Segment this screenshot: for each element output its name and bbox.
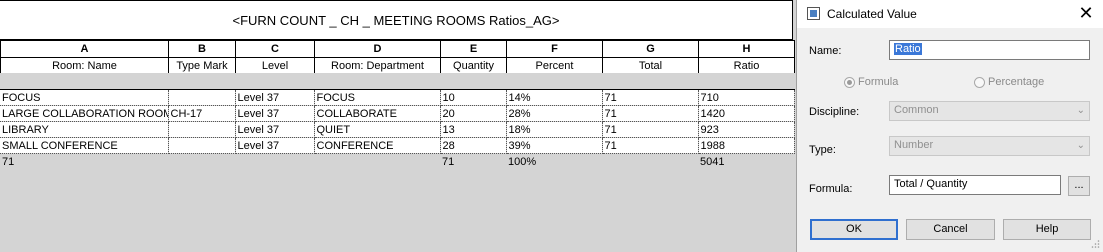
- dialog-title: Calculated Value: [827, 7, 917, 21]
- cell-room-name[interactable]: SMALL CONFERENCE: [0, 137, 169, 154]
- column-header-room-name[interactable]: Room: Name: [0, 57, 169, 75]
- cancel-button[interactable]: Cancel: [906, 219, 995, 240]
- resize-grip-icon[interactable]: [1090, 239, 1100, 249]
- cell-total[interactable]: 71: [601, 121, 699, 138]
- cell-total[interactable]: 71: [601, 137, 699, 154]
- type-select-value: Number: [894, 139, 934, 151]
- column-letter-a[interactable]: A: [0, 40, 169, 58]
- cell-type-mark[interactable]: [167, 137, 236, 154]
- total-level: [235, 153, 314, 169]
- discipline-select-value: Common: [894, 104, 939, 116]
- column-letter-f[interactable]: F: [506, 40, 603, 58]
- help-button[interactable]: Help: [1003, 219, 1091, 240]
- column-letter-c[interactable]: C: [235, 40, 315, 58]
- percentage-radio[interactable]: [974, 77, 985, 88]
- formula-label: Formula:: [809, 183, 853, 195]
- cell-room-name[interactable]: LARGE COLLABORATION ROOM: [0, 105, 169, 122]
- column-letter-d[interactable]: D: [314, 40, 441, 58]
- column-header-ratio[interactable]: Ratio: [698, 57, 795, 75]
- schedule-header: A B C D E F G H Room: Name Type Mark Lev…: [0, 40, 795, 75]
- totals-row: 71 71 100% 5041: [0, 153, 794, 169]
- dialog-app-icon: [807, 7, 820, 20]
- chevron-down-icon: ⌄: [1076, 105, 1085, 116]
- cell-ratio[interactable]: 710: [697, 89, 795, 106]
- formula-field[interactable]: Total / Quantity: [889, 175, 1061, 195]
- cell-room-department[interactable]: FOCUS: [313, 89, 441, 106]
- cell-total[interactable]: 71: [601, 89, 699, 106]
- formula-radio-label[interactable]: Formula: [858, 76, 898, 88]
- chevron-down-icon: ⌄: [1076, 140, 1085, 151]
- cell-quantity[interactable]: 10: [439, 89, 507, 106]
- total-percent: 100%: [506, 153, 602, 169]
- cell-room-name[interactable]: LIBRARY: [0, 121, 169, 138]
- column-header-percent[interactable]: Percent: [506, 57, 603, 75]
- schedule-body: FOCUS Level 37 FOCUS 10 14% 71 710 LARGE…: [0, 89, 795, 169]
- column-header-total[interactable]: Total: [602, 57, 699, 75]
- column-letter-e[interactable]: E: [440, 40, 507, 58]
- cell-room-department[interactable]: COLLABORATE: [313, 105, 441, 122]
- cell-room-department[interactable]: QUIET: [313, 121, 441, 138]
- cell-ratio[interactable]: 923: [697, 121, 795, 138]
- formula-field-value: Total / Quantity: [894, 178, 968, 190]
- cell-percent[interactable]: 39%: [505, 137, 603, 154]
- formula-browse-button[interactable]: ...: [1068, 176, 1090, 196]
- total-quantity: 71: [440, 153, 506, 169]
- ok-button[interactable]: OK: [810, 219, 898, 240]
- name-label: Name:: [809, 45, 842, 57]
- discipline-select[interactable]: Common ⌄: [889, 101, 1090, 121]
- cell-quantity[interactable]: 13: [439, 121, 507, 138]
- total-total: [602, 153, 698, 169]
- cell-level[interactable]: Level 37: [234, 89, 315, 106]
- total-department: [314, 153, 440, 169]
- table-row[interactable]: FOCUS Level 37 FOCUS 10 14% 71 710: [0, 89, 795, 106]
- cell-ratio[interactable]: 1420: [697, 105, 795, 122]
- column-letter-h[interactable]: H: [698, 40, 795, 58]
- cell-percent[interactable]: 28%: [505, 105, 603, 122]
- cell-room-department[interactable]: CONFERENCE: [313, 137, 441, 154]
- total-room-count: 71: [0, 153, 168, 169]
- column-letter-g[interactable]: G: [602, 40, 699, 58]
- schedule-title: <FURN COUNT _ CH _ MEETING ROOMS Ratios_…: [0, 0, 793, 40]
- calculated-value-dialog: Calculated Value ✕ Name: Ratio Formula P…: [796, 0, 1103, 252]
- cell-type-mark[interactable]: [167, 89, 236, 106]
- total-type-mark: [168, 153, 235, 169]
- discipline-label: Discipline:: [809, 106, 860, 118]
- cell-quantity[interactable]: 28: [439, 137, 507, 154]
- type-select[interactable]: Number ⌄: [889, 136, 1090, 156]
- cell-total[interactable]: 71: [601, 105, 699, 122]
- column-letter-b[interactable]: B: [168, 40, 236, 58]
- close-icon[interactable]: ✕: [1075, 3, 1097, 25]
- type-label: Type:: [809, 144, 836, 156]
- column-header-room-department[interactable]: Room: Department: [314, 57, 441, 75]
- percentage-radio-label[interactable]: Percentage: [988, 76, 1044, 88]
- header-spacer: [0, 73, 796, 89]
- column-header-level[interactable]: Level: [235, 57, 315, 75]
- column-header-type-mark[interactable]: Type Mark: [168, 57, 236, 75]
- name-field[interactable]: Ratio: [889, 40, 1090, 60]
- table-row[interactable]: LIBRARY Level 37 QUIET 13 18% 71 923: [0, 121, 795, 138]
- cell-level[interactable]: Level 37: [234, 137, 315, 154]
- name-field-value: Ratio: [894, 43, 922, 55]
- cell-percent[interactable]: 18%: [505, 121, 603, 138]
- schedule-view: <FURN COUNT _ CH _ MEETING ROOMS Ratios_…: [0, 0, 796, 252]
- cell-level[interactable]: Level 37: [234, 105, 315, 122]
- cell-type-mark[interactable]: [167, 121, 236, 138]
- formula-radio[interactable]: [844, 77, 855, 88]
- cell-percent[interactable]: 14%: [505, 89, 603, 106]
- cell-room-name[interactable]: FOCUS: [0, 89, 169, 106]
- cell-ratio[interactable]: 1988: [697, 137, 795, 154]
- table-row[interactable]: SMALL CONFERENCE Level 37 CONFERENCE 28 …: [0, 137, 795, 154]
- total-ratio: 5041: [698, 153, 794, 169]
- cell-type-mark[interactable]: CH-17: [167, 105, 236, 122]
- cell-quantity[interactable]: 20: [439, 105, 507, 122]
- column-header-quantity[interactable]: Quantity: [440, 57, 507, 75]
- cell-level[interactable]: Level 37: [234, 121, 315, 138]
- dialog-titlebar[interactable]: Calculated Value ✕: [797, 0, 1103, 28]
- table-row[interactable]: LARGE COLLABORATION ROOM CH-17 Level 37 …: [0, 105, 795, 122]
